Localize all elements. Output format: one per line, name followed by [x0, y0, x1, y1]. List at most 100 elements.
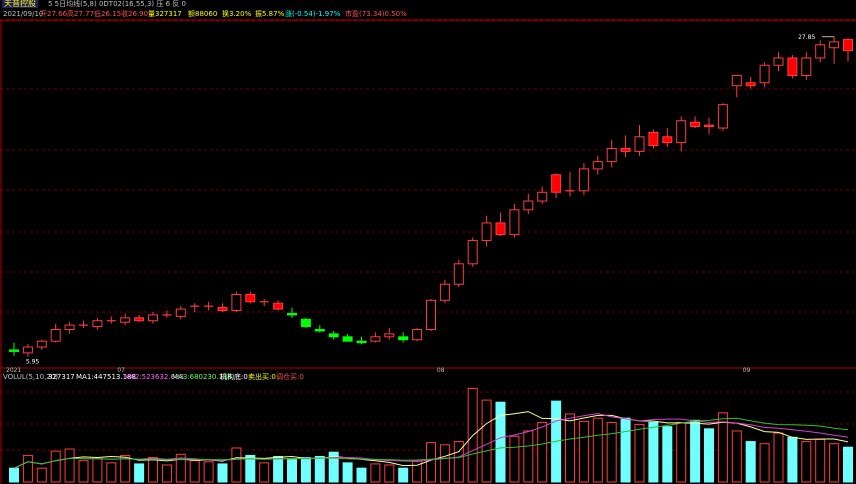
candle-body — [9, 349, 19, 352]
volume-bar — [148, 457, 158, 483]
candle-body — [829, 41, 840, 49]
volume-bar — [592, 417, 603, 483]
volume-bar — [356, 467, 367, 483]
volume-bar — [731, 430, 742, 483]
candle-body — [787, 57, 798, 76]
candle-body — [801, 57, 812, 76]
candle-body — [773, 57, 784, 66]
candle-body — [606, 147, 617, 163]
stock-chart: 2021 07 08 095.9527.85 — [0, 19, 856, 484]
candle-body — [426, 299, 436, 331]
volume-bar — [759, 443, 770, 483]
volume-bar — [815, 438, 826, 483]
volume-bar — [22, 454, 33, 483]
stock-name[interactable]: 天音控股 — [2, 0, 38, 8]
volume-bar — [50, 450, 61, 483]
candle-body — [745, 82, 756, 87]
open-label: 开27.66 — [40, 10, 68, 18]
candle-body — [495, 222, 506, 236]
date-label: 2021/09/10 — [3, 10, 44, 18]
close-label: 收26.90 — [121, 10, 149, 18]
x-tick-label: 09 — [743, 367, 751, 374]
candle-body — [412, 329, 423, 341]
candle-body — [175, 308, 186, 317]
volume-bar — [426, 442, 436, 483]
vol-extra3: 调仓买:0 — [276, 373, 304, 381]
volume-bar — [773, 432, 784, 483]
volume-bar — [843, 446, 853, 483]
volume-bar — [384, 464, 395, 483]
candle-body — [328, 333, 339, 338]
candle-body — [245, 293, 256, 303]
high-price-label: 27.85 — [798, 34, 815, 41]
low-price-label: 5.95 — [26, 359, 40, 366]
volume-value: 327317 — [48, 373, 75, 381]
volume-bar — [648, 421, 659, 483]
volume-bar — [829, 443, 840, 483]
volume-bar — [134, 463, 145, 483]
candle-body — [759, 64, 770, 84]
candle-body — [551, 174, 562, 193]
volume-bar — [78, 460, 89, 483]
candle-body — [370, 336, 381, 342]
candle-body — [231, 293, 242, 312]
volume-bar — [217, 463, 228, 483]
volume-bar — [203, 461, 214, 483]
candle-body — [467, 239, 478, 265]
volume-bar — [106, 462, 117, 483]
candle-body — [690, 121, 701, 128]
volume-bar — [287, 459, 297, 483]
volume-bar — [231, 447, 242, 483]
candle-body — [815, 44, 826, 59]
candle-body — [64, 324, 75, 331]
volume-bar — [676, 421, 687, 483]
candle-body — [731, 74, 742, 87]
candle-body — [134, 317, 145, 322]
volume-bar — [787, 436, 798, 483]
change-label: 涨(-0.54)-1.97% — [285, 10, 341, 18]
turnover-label: 换3.20% — [222, 10, 252, 18]
candle-body — [523, 200, 534, 211]
candle-body — [300, 318, 311, 328]
candle-body — [342, 336, 353, 342]
volume-bar — [36, 467, 47, 483]
vol-extra2: 卖出买:0 — [248, 373, 276, 381]
candle-body — [592, 161, 603, 170]
candle-body — [398, 336, 409, 341]
candle-body — [120, 317, 131, 323]
volume-bar — [690, 419, 701, 483]
volume-bar — [801, 441, 812, 483]
amplitude-label: 振5.87% — [255, 10, 285, 18]
candle-body — [384, 333, 395, 338]
volume-bar — [662, 426, 673, 483]
low-label: 低26.15 — [94, 10, 122, 18]
top-bar: 天音控股 5 5日均线(5,8) 0DT02(16,55,3) 压 6 反 0 — [0, 0, 856, 8]
candle-body — [148, 314, 158, 322]
candle-body — [648, 131, 659, 147]
volume-bar — [342, 462, 353, 483]
volume-bar — [495, 401, 506, 483]
candle-body — [287, 312, 297, 316]
candle-body — [717, 104, 728, 129]
candle-body — [662, 136, 673, 144]
indicator-line: 5 5日均线(5,8) 0DT02(16,55,3) 压 6 反 0 — [48, 0, 186, 8]
volume-bar — [314, 455, 325, 483]
high-label: 高27.77 — [67, 10, 95, 18]
volume-bar — [565, 413, 575, 483]
volume-bar — [481, 399, 492, 483]
volume-bar — [606, 421, 617, 483]
candle-body — [453, 263, 464, 285]
volume-bar — [64, 448, 75, 483]
volume-bar — [300, 457, 311, 483]
volume-bar — [523, 430, 534, 483]
candle-body — [704, 124, 714, 128]
candle-body — [356, 340, 367, 344]
volume-bar — [9, 467, 19, 483]
candle-body — [634, 136, 645, 152]
vol-extra1: 机构底:0 — [220, 373, 248, 381]
volume-bar — [578, 420, 589, 483]
candle-body — [620, 147, 631, 152]
pe-label: 市盈(73.34)0.50% — [345, 10, 407, 18]
volume-bar — [92, 458, 103, 483]
candle-body — [676, 120, 687, 144]
